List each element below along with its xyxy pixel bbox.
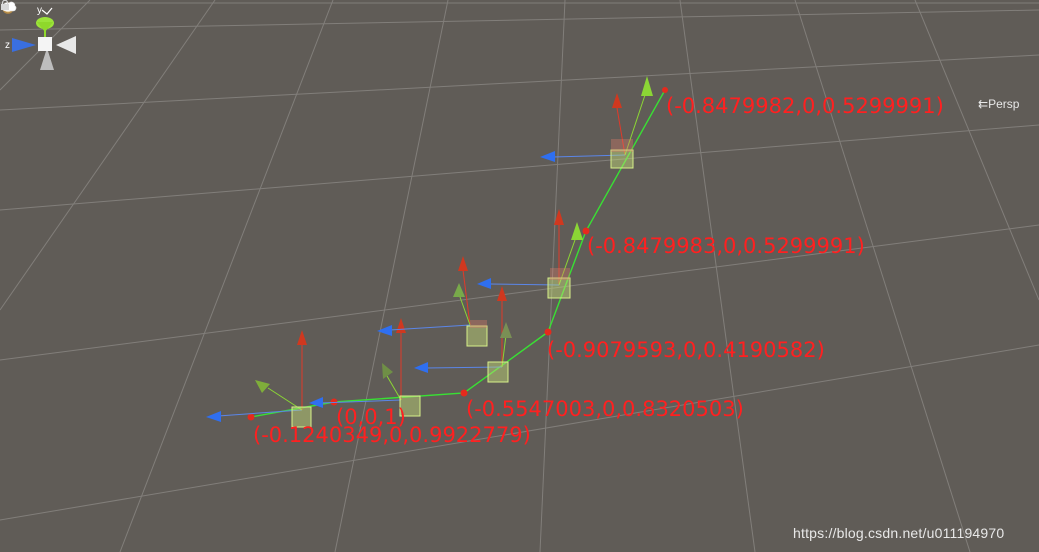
lock-icon[interactable] <box>0 0 10 10</box>
path-node-3[interactable] <box>414 286 512 383</box>
scene-canvas[interactable] <box>0 0 1039 552</box>
vector-label-3: (-0.9079593,0,0.4190582) <box>547 338 825 362</box>
path-node-2[interactable] <box>309 318 421 417</box>
vector-label-6: (-0.1240349,0,0.9922779) <box>253 423 531 447</box>
orientation-gizmo-icon[interactable]: y z <box>0 0 94 100</box>
scene-viewport[interactable]: (-0.8479982,0,0.5299991) (-0.8479983,0,0… <box>0 0 1039 552</box>
gizmo-axis-y: y <box>37 5 42 16</box>
path-node-4[interactable] <box>377 256 488 347</box>
projection-label[interactable]: ⇇Persp <box>978 97 1019 111</box>
path-node-5[interactable] <box>477 209 583 299</box>
persp-icon: ⇇ <box>978 97 989 111</box>
vector-label-2: (-0.8479983,0,0.5299991) <box>587 234 865 258</box>
gizmo-axis-z: z <box>5 40 10 51</box>
vector-label-4: (-0.5547003,0,0.8320503) <box>466 397 744 421</box>
path-node-1[interactable] <box>206 330 312 428</box>
watermark: https://blog.csdn.net/u011194970 <box>793 525 1005 541</box>
vector-label-1: (-0.8479982,0,0.5299991) <box>666 94 944 118</box>
path-node-6[interactable] <box>540 76 653 169</box>
ground-grid <box>0 0 1039 552</box>
